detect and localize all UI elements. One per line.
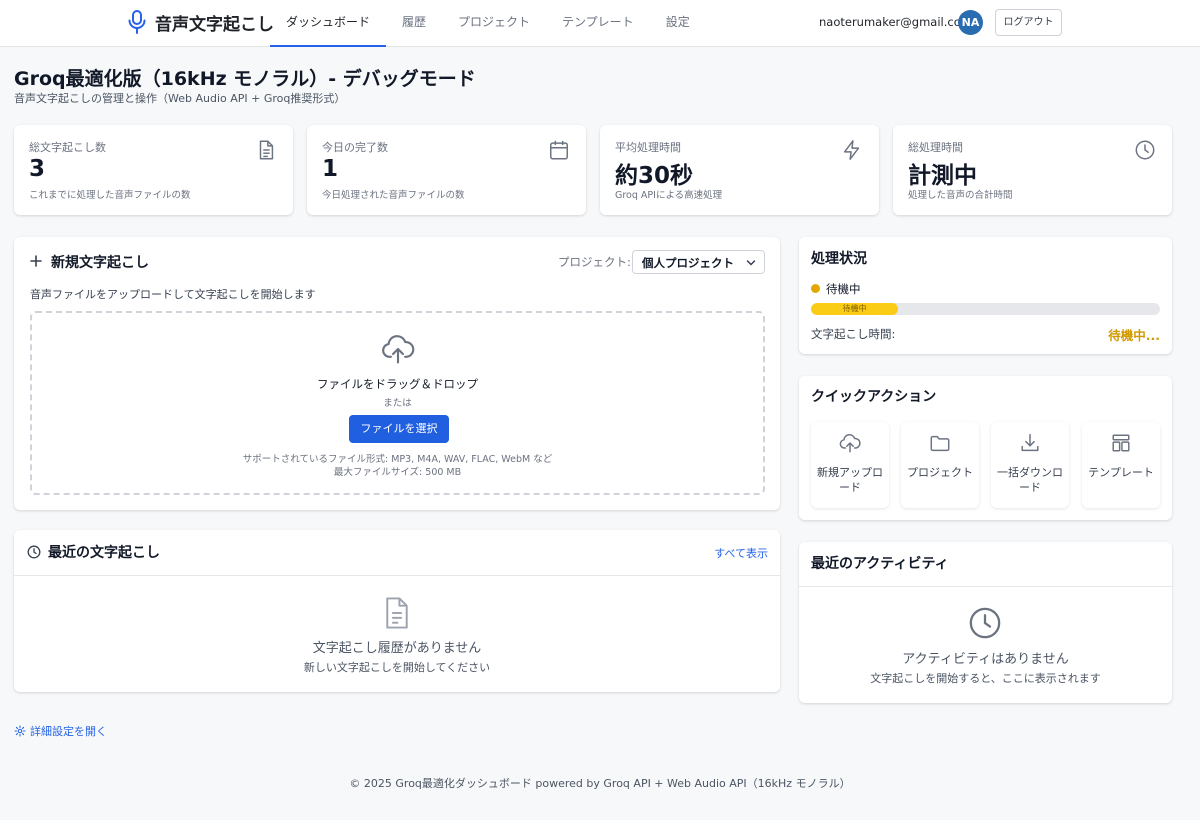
gear-icon: [14, 725, 26, 737]
stat-label: 総処理時間: [908, 141, 963, 154]
section-title: 処理状況: [811, 251, 867, 267]
drop-or: または: [383, 398, 412, 409]
progress-bar: 待機中: [811, 303, 1160, 315]
clock-icon: [969, 607, 1001, 639]
quick-action-label: プロジェクト: [907, 466, 973, 479]
section-title: 最近のアクティビティ: [811, 556, 949, 572]
stat-caption: 処理した音声の合計時間: [908, 190, 1013, 201]
page-title: Groq最適化版（16kHz モノラル）- デバッグモード: [14, 68, 476, 90]
stat-card-total-time: 総処理時間 計測中 処理した音声の合計時間: [893, 125, 1172, 215]
status-text: 待機中: [826, 282, 861, 296]
stat-caption: 今日処理された音声ファイルの数: [322, 190, 465, 201]
app-title: 音声文字起こし: [155, 14, 274, 35]
divider: [14, 575, 780, 576]
document-icon: [386, 597, 408, 629]
quick-action-label: テンプレート: [1088, 466, 1154, 479]
lightning-icon: [843, 140, 860, 160]
time-label: 文字起こし時間:: [811, 327, 896, 341]
stat-caption: Groq APIによる高速処理: [615, 190, 723, 201]
time-value: 待機中...: [1108, 328, 1160, 343]
tab-templates[interactable]: テンプレート: [546, 0, 650, 47]
project-select-value: 個人プロジェクト: [642, 256, 734, 270]
project-label: プロジェクト:: [558, 255, 631, 269]
quick-action-projects[interactable]: プロジェクト: [901, 422, 979, 508]
clock-icon: [27, 545, 41, 559]
advanced-settings-link[interactable]: 詳細設定を開く: [14, 723, 107, 739]
stat-label: 今日の完了数: [322, 141, 388, 154]
logout-button[interactable]: ログアウト: [995, 9, 1062, 36]
quick-actions-card: クイックアクション 新規アップロード プロジェクト 一括ダウンロード テンプレー…: [799, 376, 1172, 520]
download-icon: [1021, 434, 1039, 452]
top-navbar: 音声文字起こし ダッシュボード 履歴 プロジェクト テンプレート 設定 naot…: [0, 0, 1200, 47]
tab-projects[interactable]: プロジェクト: [442, 0, 546, 47]
quick-action-bulk-download[interactable]: 一括ダウンロード: [991, 422, 1069, 508]
quick-action-label: 新規アップロード: [817, 466, 883, 494]
empty-subtitle: 新しい文字起こしを開始してください: [303, 661, 491, 674]
stat-card-today: 今日の完了数 1 今日処理された音声ファイルの数: [307, 125, 586, 215]
recent-transcriptions-card: 最近の文字起こし すべて表示 文字起こし履歴がありません 新しい文字起こしを開始…: [14, 530, 780, 692]
empty-subtitle: 文字起こしを開始すると、ここに表示されます: [870, 672, 1101, 685]
section-title: クイックアクション: [811, 389, 937, 405]
divider: [799, 586, 1172, 587]
brand[interactable]: 音声文字起こし: [127, 9, 274, 35]
upload-cloud-icon: [839, 433, 861, 453]
clock-icon: [1135, 140, 1155, 160]
stat-card-total: 総文字起こし数 3 これまでに処理した音声ファイルの数: [14, 125, 293, 215]
stat-value: 計測中: [908, 163, 977, 189]
page-subtitle: 音声文字起こしの管理と操作（Web Audio API + Groq推奨形式）: [14, 92, 346, 105]
plus-icon: [30, 255, 42, 267]
progress-fill: 待機中: [811, 303, 899, 315]
quick-action-templates[interactable]: テンプレート: [1082, 422, 1160, 508]
file-dropzone[interactable]: ファイルをドラッグ＆ドロップ または ファイルを選択 サポートされているファイル…: [30, 311, 765, 495]
empty-title: 文字起こし履歴がありません: [312, 641, 482, 656]
quick-action-upload[interactable]: 新規アップロード: [811, 422, 889, 508]
stat-label: 平均処理時間: [615, 141, 681, 154]
stat-value: 1: [322, 156, 339, 182]
section-title: 新規文字起こし: [51, 255, 149, 271]
quick-action-label: 一括ダウンロード: [997, 466, 1063, 494]
recent-activity-card: 最近のアクティビティ アクティビティはありません 文字起こしを開始すると、ここに…: [799, 542, 1172, 703]
new-transcription-card: 新規文字起こし プロジェクト: 個人プロジェクト 音声ファイルをアップロードして…: [14, 237, 780, 510]
project-select[interactable]: 個人プロジェクト: [632, 250, 765, 274]
chevron-down-icon: [746, 260, 756, 266]
stat-value: 約30秒: [615, 163, 694, 189]
processing-status-card: 処理状況 待機中 待機中 文字起こし時間: 待機中...: [799, 237, 1172, 354]
tab-history[interactable]: 履歴: [386, 0, 442, 47]
main-nav: ダッシュボード 履歴 プロジェクト テンプレート 設定: [270, 0, 706, 47]
empty-title: アクティビティはありません: [902, 652, 1069, 667]
folder-icon: [930, 435, 950, 452]
footer: © 2025 Groq最適化ダッシュボード powered by Groq AP…: [349, 777, 851, 790]
stat-label: 総文字起こし数: [29, 141, 106, 154]
drop-title: ファイルをドラッグ＆ドロップ: [317, 377, 478, 391]
calendar-icon: [550, 140, 568, 160]
microphone-icon: [127, 9, 147, 35]
template-icon: [1112, 434, 1130, 452]
stat-caption: これまでに処理した音声ファイルの数: [29, 190, 191, 201]
supported-formats: サポートされているファイル形式: MP3, M4A, WAV, FLAC, We…: [242, 454, 553, 465]
avatar[interactable]: NA: [958, 10, 983, 35]
view-all-link[interactable]: すべて表示: [714, 545, 768, 561]
document-icon: [259, 140, 274, 160]
upload-cloud-icon: [382, 335, 415, 364]
tab-dashboard[interactable]: ダッシュボード: [270, 0, 387, 47]
select-file-button[interactable]: ファイルを選択: [349, 415, 449, 443]
user-email: naoterumaker@gmail.com: [819, 15, 972, 29]
section-title: 最近の文字起こし: [48, 545, 160, 561]
advanced-settings-label: 詳細設定を開く: [30, 725, 107, 738]
stat-card-average: 平均処理時間 約30秒 Groq APIによる高速処理: [600, 125, 879, 215]
upload-description: 音声ファイルをアップロードして文字起こしを開始します: [30, 288, 316, 301]
max-file-size: 最大ファイルサイズ: 500 MB: [333, 467, 462, 478]
stat-value: 3: [29, 156, 46, 182]
status-dot: [811, 284, 820, 293]
tab-settings[interactable]: 設定: [650, 0, 706, 47]
